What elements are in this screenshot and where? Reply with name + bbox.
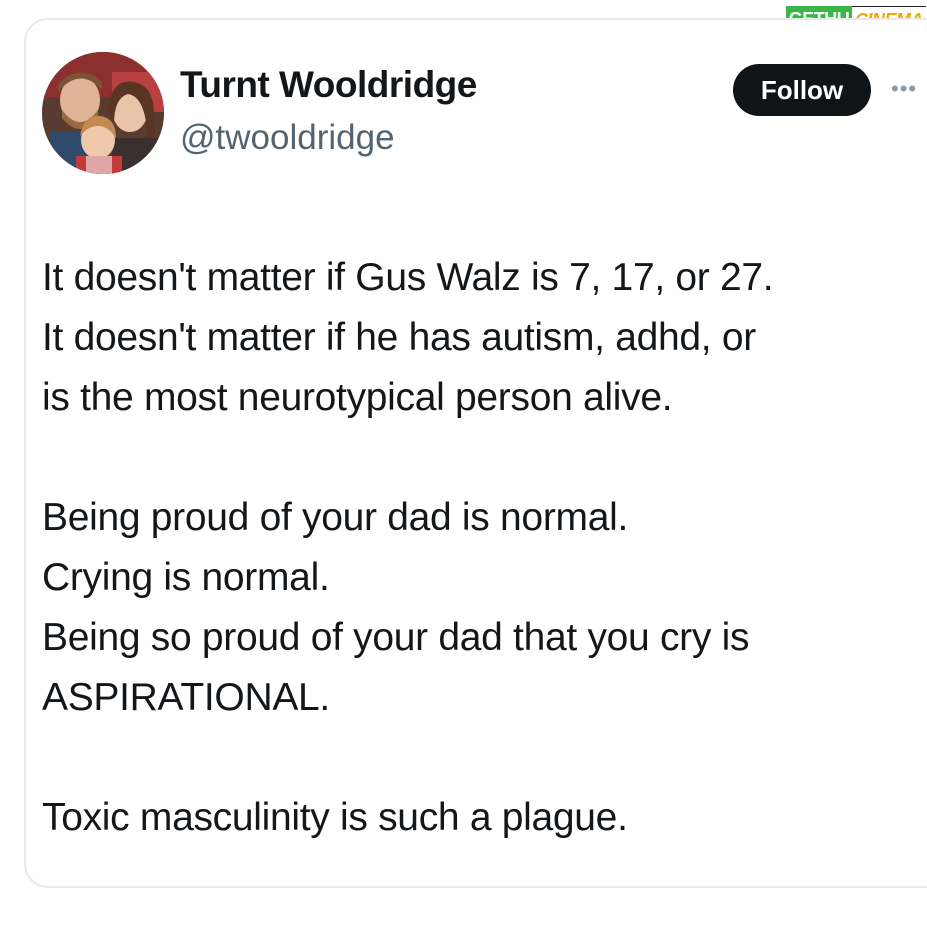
profile-photo-icon (42, 52, 164, 174)
avatar[interactable] (42, 52, 164, 174)
user-handle[interactable]: @twooldridge (180, 118, 395, 158)
tweet-line: Crying is normal. (42, 556, 330, 599)
tweet-line: It doesn't matter if he has autism, adhd… (42, 316, 756, 359)
page: GETHU CINEMA Turnt Wooldridge @twooldrid… (0, 0, 927, 927)
follow-button[interactable]: Follow (733, 64, 871, 116)
tweet-line: Being so proud of your dad that you cry … (42, 616, 750, 659)
tweet-text: It doesn't matter if Gus Walz is 7, 17, … (42, 248, 912, 848)
tweet-line: is the most neurotypical person alive. (42, 376, 673, 419)
tweet-line: ASPIRATIONAL. (42, 676, 330, 719)
tweet-line: Being proud of your dad is normal. (42, 496, 628, 539)
display-name[interactable]: Turnt Wooldridge (180, 64, 477, 106)
tweet-line: Toxic masculinity is such a plague. (42, 796, 628, 839)
more-horizontal-icon[interactable]: ••• (891, 78, 927, 100)
tweet-line: It doesn't matter if Gus Walz is 7, 17, … (42, 256, 774, 299)
